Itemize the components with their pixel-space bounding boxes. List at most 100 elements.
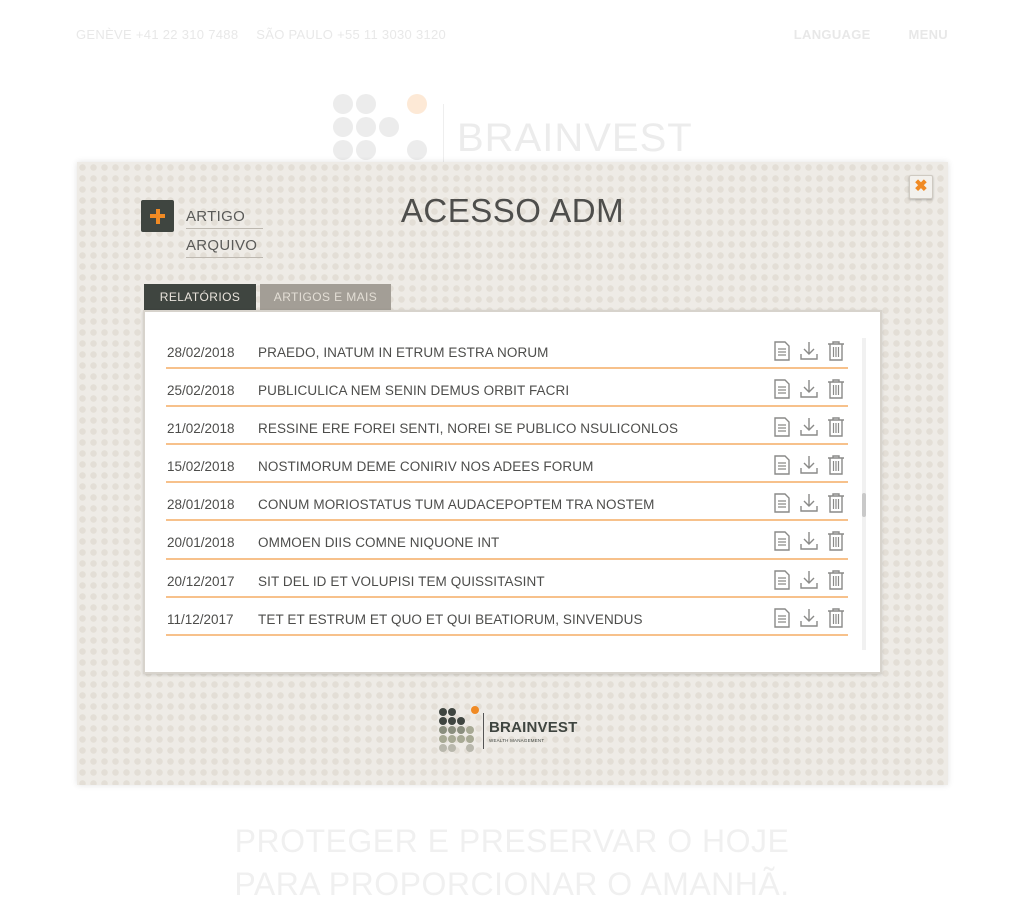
table-row: 20/12/2017 SIT DEL ID ET VOLUPISI TEM QUI… [166, 560, 848, 598]
view-document-button[interactable] [771, 492, 793, 514]
delete-button[interactable] [825, 340, 847, 362]
download-icon [798, 380, 820, 404]
background-topbar: GENÈVE +41 22 310 7488 SÃO PAULO +55 11 … [76, 27, 948, 45]
trash-icon [825, 417, 847, 442]
view-document-button[interactable] [771, 454, 793, 476]
document-icon [771, 379, 793, 404]
background-logo-mark [333, 94, 433, 164]
delete-button[interactable] [825, 454, 847, 476]
document-icon [771, 607, 793, 633]
document-icon [771, 417, 793, 442]
row-title[interactable]: RESSINE ERE FOREI SENTI, NOREI SE PUBLIC… [258, 421, 678, 436]
row-date: 21/02/2018 [167, 421, 235, 437]
view-document-button[interactable] [771, 607, 793, 629]
view-document-button[interactable] [771, 378, 793, 400]
download-button[interactable] [798, 454, 820, 476]
background-contacts: GENÈVE +41 22 310 7488 SÃO PAULO +55 11 … [76, 27, 460, 42]
background-slogan: PROTEGER E PRESERVAR O HOJE PARA PROPORC… [0, 820, 1024, 906]
row-actions [768, 569, 848, 591]
delete-button[interactable] [825, 378, 847, 400]
trash-icon [825, 569, 847, 595]
footer-logo-name: BRAINVEST [489, 719, 578, 736]
download-icon [798, 532, 820, 556]
row-actions [768, 492, 848, 514]
nav-menu: MENU [908, 27, 948, 42]
row-actions [768, 607, 848, 629]
trash-icon [825, 455, 847, 480]
row-title[interactable]: OMMOEN DIIS COMNE NIQUONE INT [258, 535, 499, 550]
trash-icon [825, 379, 847, 404]
tab-artigos-e-mais[interactable]: ARTIGOS E MAIS [260, 284, 391, 311]
table-row: 11/12/2017 TET ET ESTRUM ET QUO ET QUI BE… [166, 598, 848, 636]
delete-button[interactable] [825, 607, 847, 629]
row-date: 25/02/2018 [167, 383, 235, 399]
row-actions [768, 416, 848, 438]
download-icon [798, 456, 820, 480]
delete-button[interactable] [825, 416, 847, 438]
delete-button[interactable] [825, 569, 847, 591]
background-logo-text: BRAINVEST [457, 116, 693, 160]
download-button[interactable] [798, 416, 820, 438]
view-document-button[interactable] [771, 530, 793, 552]
footer-logo-subtitle: WEALTH MANAGEMENT [489, 738, 545, 743]
download-button[interactable] [798, 378, 820, 400]
row-title[interactable]: PUBLICULICA NEM SENIN DEMUS ORBIT FACRI [258, 383, 569, 398]
download-icon [798, 418, 820, 442]
add-artigo-link[interactable]: ARTIGO [186, 208, 263, 229]
document-icon [771, 531, 793, 556]
contact-sao-paulo: SÃO PAULO +55 11 3030 3120 [256, 27, 447, 42]
download-icon [798, 494, 820, 518]
view-document-button[interactable] [771, 416, 793, 438]
scrollbar-thumb[interactable] [862, 493, 866, 517]
document-icon [771, 569, 793, 595]
row-title[interactable]: SIT DEL ID ET VOLUPISI TEM QUISSITASINT [258, 574, 545, 589]
document-icon [771, 341, 793, 366]
row-title[interactable]: NOSTIMORUM DEME CONIRIV NOS ADEES FORUM [258, 459, 593, 474]
row-title[interactable]: TET ET ESTRUM ET QUO ET QUI BEATIORUM, S… [258, 612, 643, 627]
contact-geneve: GENÈVE +41 22 310 7488 [76, 27, 239, 42]
download-button[interactable] [798, 607, 820, 629]
background-nav: LANGUAGE MENU [760, 27, 948, 42]
row-actions [768, 378, 848, 400]
delete-button[interactable] [825, 530, 847, 552]
scrollbar[interactable] [862, 338, 866, 650]
row-title[interactable]: PRAEDO, INATUM IN ETRUM ESTRA NORUM [258, 345, 549, 360]
table-row: 20/01/2018 OMMOEN DIIS COMNE NIQUONE INT [166, 521, 848, 560]
download-icon [798, 570, 820, 595]
row-actions [768, 454, 848, 476]
table-row: 28/01/2018 CONUM MORIOSTATUS TUM AUDACEPO… [166, 483, 848, 522]
admin-modal: ✖ ACESSO ADM ARTIGO ARQUIVO RELATÓRIOS A… [77, 162, 948, 785]
document-icon [771, 493, 793, 518]
row-date: 20/12/2017 [167, 573, 235, 589]
row-date: 20/01/2018 [167, 535, 235, 551]
row-date: 28/01/2018 [167, 497, 235, 513]
view-document-button[interactable] [771, 569, 793, 591]
reports-panel: 28/02/2018 PRAEDO, INATUM IN ETRUM ESTRA … [143, 310, 882, 674]
table-row: 28/02/2018 PRAEDO, INATUM IN ETRUM ESTRA … [166, 331, 848, 370]
table-row: 21/02/2018 RESSINE ERE FOREI SENTI, NOREI… [166, 407, 848, 446]
download-icon [798, 608, 820, 633]
trash-icon [825, 493, 847, 518]
trash-icon [825, 341, 847, 366]
download-button[interactable] [798, 530, 820, 552]
table-row: 25/02/2018 PUBLICULICA NEM SENIN DEMUS OR… [166, 369, 848, 408]
add-button[interactable] [141, 200, 174, 232]
add-arquivo-link[interactable]: ARQUIVO [186, 237, 263, 258]
row-title[interactable]: CONUM MORIOSTATUS TUM AUDACEPOPTEM TRA N… [258, 497, 655, 512]
download-button[interactable] [798, 492, 820, 514]
slogan-line-2: PARA PROPORCIONAR O AMANHÃ. [234, 866, 790, 902]
footer-logo-mark [439, 706, 481, 756]
footer-logo: BRAINVEST WEALTH MANAGEMENT [439, 706, 599, 756]
view-document-button[interactable] [771, 340, 793, 362]
delete-button[interactable] [825, 492, 847, 514]
download-button[interactable] [798, 340, 820, 362]
trash-icon [825, 531, 847, 556]
download-button[interactable] [798, 569, 820, 591]
tab-relatorios[interactable]: RELATÓRIOS [144, 284, 256, 311]
nav-language: LANGUAGE [793, 27, 871, 42]
document-icon [771, 455, 793, 480]
row-actions [768, 340, 848, 362]
row-actions [768, 530, 848, 552]
row-date: 15/02/2018 [167, 459, 235, 475]
table-row: 15/02/2018 NOSTIMORUM DEME CONIRIV NOS AD… [166, 445, 848, 484]
